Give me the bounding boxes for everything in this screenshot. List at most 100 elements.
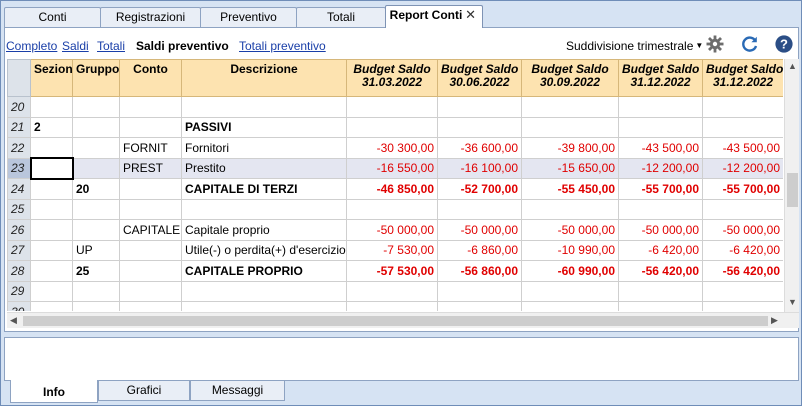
cell-sezione[interactable] [30,96,73,118]
cell-budget-value[interactable]: -39 800,00 [521,137,619,159]
cell-gruppo[interactable]: 20 [72,178,120,200]
cell-gruppo[interactable] [72,157,120,179]
row-number[interactable]: 20 [7,96,31,118]
cell-budget-value[interactable]: -56 420,00 [702,260,783,282]
row-number[interactable]: 24 [7,178,31,200]
cell-descrizione[interactable] [181,198,347,220]
horizontal-scrollbar[interactable]: ◀ ▶ [7,312,799,328]
column-header-gruppo[interactable]: Gruppo [72,59,120,97]
subtab-saldi[interactable]: Saldi [62,39,89,53]
cell-descrizione[interactable] [181,96,347,118]
cell-gruppo[interactable] [72,198,120,220]
cell-budget-value[interactable] [618,96,703,118]
cell-budget-value[interactable] [702,301,783,311]
cell-sezione[interactable]: 2 [30,116,73,138]
cell-budget-value[interactable]: -46 850,00 [346,178,438,200]
column-header-sezione[interactable]: Sezione [30,59,73,97]
cell-budget-value[interactable] [521,116,619,138]
scroll-down-icon[interactable]: ▼ [788,295,797,309]
cell-budget-value[interactable] [437,301,522,311]
cell-budget-value[interactable]: -55 700,00 [618,178,703,200]
cell-budget-value[interactable] [346,198,438,220]
cell-budget-value[interactable]: -55 700,00 [702,178,783,200]
subtab-saldi-preventivo[interactable]: Saldi preventivo [136,39,229,53]
cell-conto[interactable] [119,239,182,261]
row-number[interactable]: 21 [7,116,31,138]
cell-budget-value[interactable]: -52 700,00 [437,178,522,200]
cell-conto[interactable] [119,178,182,200]
cell-budget-value[interactable]: -10 990,00 [521,239,619,261]
subtab-totali-preventivo[interactable]: Totali preventivo [239,39,326,53]
cell-conto[interactable] [119,198,182,220]
bottom-tab-messaggi[interactable]: Messaggi [190,381,285,401]
cell-budget-value[interactable] [618,301,703,311]
cell-budget-value[interactable]: -16 550,00 [346,157,438,179]
row-number[interactable]: 29 [7,280,31,302]
column-header-budget-2[interactable]: Budget Saldo 30.06.2022 [437,59,522,97]
table-row[interactable]: 27 UP Utile(-) o perdita(+) d'esercizio -7 … [7,239,783,261]
scroll-up-icon[interactable]: ▲ [788,59,797,73]
cell-sezione[interactable] [30,198,73,220]
cell-conto[interactable] [119,96,182,118]
cell-budget-value[interactable]: -56 420,00 [618,260,703,282]
cell-sezione[interactable] [29,157,74,180]
cell-conto[interactable] [119,260,182,282]
close-icon[interactable]: ✕ [465,6,476,24]
gear-icon[interactable] [705,34,725,54]
cell-budget-value[interactable] [346,280,438,302]
table-row[interactable]: 24 20 CAPITALE DI TERZI -46 850,00 -52 700,0… [7,178,783,200]
horizontal-scroll-thumb[interactable] [23,316,768,326]
cell-gruppo[interactable] [72,96,120,118]
table-row[interactable]: 21 2 PASSIVI [7,116,783,138]
cell-budget-value[interactable]: -57 530,00 [346,260,438,282]
cell-conto[interactable]: FORNIT [119,137,182,159]
cell-conto[interactable]: PREST [119,157,182,179]
cell-budget-value[interactable]: -50 000,00 [702,219,783,241]
table-row[interactable]: 20 [7,96,783,118]
cell-budget-value[interactable] [618,116,703,138]
tab-totali[interactable]: Totali [296,7,386,27]
cell-budget-value[interactable] [437,116,522,138]
row-number[interactable]: 26 [7,219,31,241]
cell-budget-value[interactable]: -12 200,00 [618,157,703,179]
cell-descrizione[interactable]: PASSIVI [181,116,347,138]
cell-budget-value[interactable] [618,198,703,220]
cell-budget-value[interactable]: -16 100,00 [437,157,522,179]
cell-sezione[interactable] [30,219,73,241]
cell-budget-value[interactable]: -50 000,00 [618,219,703,241]
help-icon[interactable]: ? [774,34,794,54]
column-header-conto[interactable]: Conto [119,59,182,97]
refresh-icon[interactable] [740,34,760,54]
cell-budget-value[interactable] [702,96,783,118]
cell-sezione[interactable] [30,260,73,282]
cell-budget-value[interactable]: -7 530,00 [346,239,438,261]
cell-conto[interactable] [119,280,182,302]
cell-budget-value[interactable] [521,96,619,118]
row-number[interactable]: 28 [7,260,31,282]
subtab-totali[interactable]: Totali [97,39,125,53]
cell-conto[interactable] [119,116,182,138]
column-header-budget-1[interactable]: Budget Saldo 31.03.2022 [346,59,438,97]
column-header-budget-5[interactable]: Budget Saldo 31.12.2022 [702,59,783,97]
bottom-tab-grafici[interactable]: Grafici [98,381,190,401]
cell-budget-value[interactable] [521,198,619,220]
cell-budget-value[interactable]: -50 000,00 [437,219,522,241]
cell-gruppo[interactable] [72,280,120,302]
cell-descrizione[interactable]: Fornitori [181,137,347,159]
cell-sezione[interactable] [30,178,73,200]
cell-budget-value[interactable] [437,280,522,302]
cell-sezione[interactable] [30,301,73,311]
cell-budget-value[interactable] [618,280,703,302]
cell-budget-value[interactable]: -60 990,00 [521,260,619,282]
bottom-tab-info[interactable]: Info [10,380,98,403]
period-dropdown[interactable]: Suddivisione trimestrale ▼ [566,39,703,53]
cell-budget-value[interactable]: -50 000,00 [521,219,619,241]
vertical-scrollbar[interactable]: ▲ ▼ [784,59,799,313]
cell-budget-value[interactable] [346,116,438,138]
row-number[interactable]: 25 [7,198,31,220]
column-header-budget-4[interactable]: Budget Saldo 31.12.2022 [618,59,703,97]
cell-sezione[interactable] [30,239,73,261]
cell-gruppo[interactable] [72,137,120,159]
table-row[interactable]: 25 [7,198,783,220]
table-row[interactable]: 28 25 CAPITALE PROPRIO -57 530,00 -56 860,00… [7,260,783,282]
